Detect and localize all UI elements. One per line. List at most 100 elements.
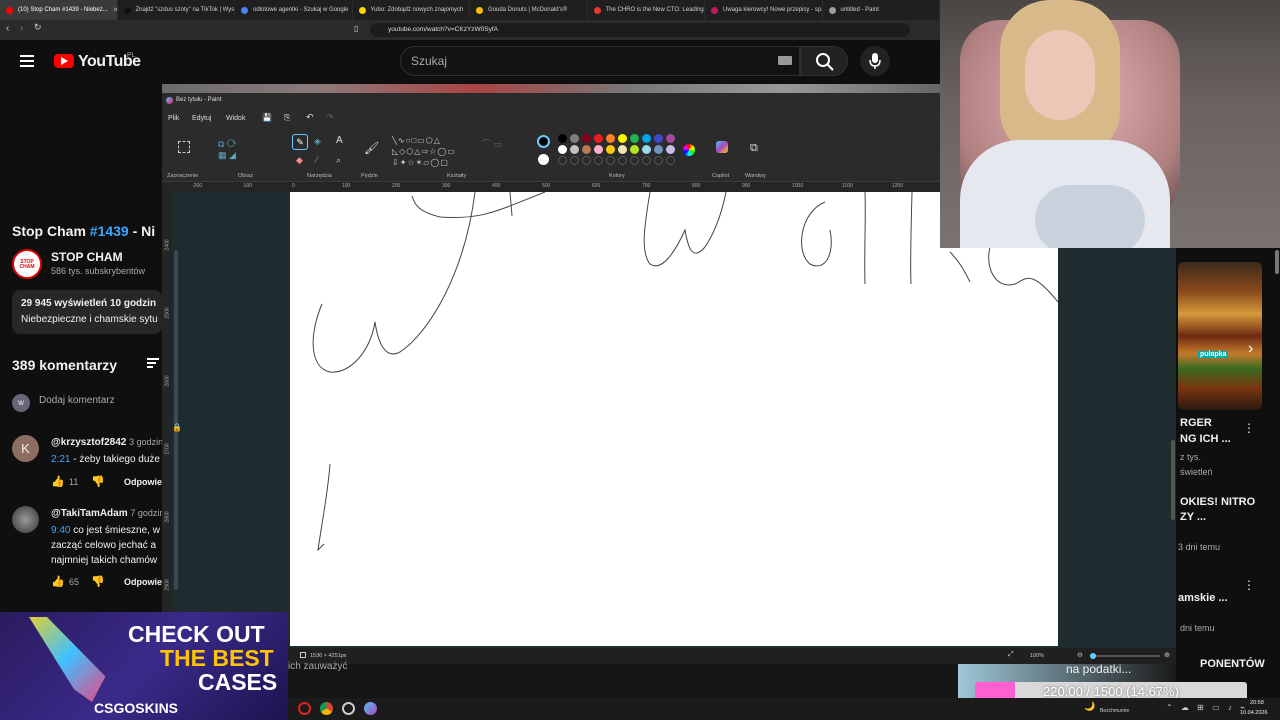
palette-swatch[interactable]: [654, 134, 663, 143]
comment-author[interactable]: @krzysztof2842 3 godzin: [51, 437, 163, 448]
zoom-level[interactable]: 100%: [1030, 653, 1044, 659]
voice-search-button[interactable]: [860, 46, 890, 76]
undo-icon[interactable]: ↶: [306, 112, 314, 123]
comment-avatar[interactable]: [12, 506, 39, 533]
browser-tab[interactable]: odlotowe agentki - Szukaj w Google: [235, 0, 353, 20]
browser-tab[interactable]: The CHRO is the New CTO: Leading...: [588, 0, 705, 20]
sort-icon[interactable]: [147, 358, 159, 368]
custom-color-slot[interactable]: [558, 156, 567, 165]
zoom-slider-vertical[interactable]: [174, 250, 178, 590]
dislike-icon[interactable]: 👎: [91, 575, 105, 588]
palette-swatch[interactable]: [558, 134, 567, 143]
rec-title[interactable]: RGER: [1180, 417, 1212, 429]
search-button[interactable]: [800, 46, 848, 76]
more-icon[interactable]: ⋮: [1243, 421, 1255, 435]
app-icon-opera[interactable]: [298, 702, 311, 715]
weather-icon[interactable]: 🌙: [1084, 701, 1095, 712]
back-icon[interactable]: ‹: [6, 23, 9, 34]
browser-tab[interactable]: Yubo: Zdobądź nowych znajomych: [353, 0, 470, 20]
palette-swatch[interactable]: [594, 145, 603, 154]
menu-icon[interactable]: [20, 55, 34, 67]
lock-icon[interactable]: 🔒: [172, 423, 182, 432]
shapes-gallery[interactable]: ╲∿○□▭⬠△ ◺◇⬡△⇨☆◯▭ ⇩✦☆✶▱◯▢: [392, 135, 472, 173]
next-arrow-icon[interactable]: ›: [1248, 340, 1253, 358]
select-tool-icon[interactable]: [178, 141, 190, 153]
add-comment-input[interactable]: Dodaj komentarz: [39, 395, 115, 406]
text-tool-icon[interactable]: A: [336, 135, 343, 146]
fit-icon[interactable]: ⤢: [1008, 651, 1014, 659]
palette-swatch[interactable]: [630, 134, 639, 143]
pencil-tool-icon[interactable]: ✎: [292, 134, 308, 150]
palette-swatch[interactable]: [642, 134, 651, 143]
palette-swatch[interactable]: [594, 134, 603, 143]
color1-swatch[interactable]: [537, 135, 550, 148]
reply-button[interactable]: Odpowie: [124, 577, 162, 587]
image-tools-icon[interactable]: ⧉ ⟳ ▦ ◢: [218, 139, 258, 169]
custom-color-slot[interactable]: [630, 156, 639, 165]
palette-swatch[interactable]: [666, 134, 675, 143]
eraser-tool-icon[interactable]: ◆: [296, 155, 303, 166]
channel-name[interactable]: STOP CHAM: [51, 250, 123, 264]
picker-tool-icon[interactable]: ⁄: [316, 155, 318, 165]
palette-swatch[interactable]: [570, 145, 579, 154]
browser-tab[interactable]: Uwaga kierowcy! Nowe przepisy - sp...: [705, 0, 823, 20]
palette-swatch[interactable]: [630, 145, 639, 154]
custom-color-slot[interactable]: [606, 156, 615, 165]
palette-swatch[interactable]: [618, 145, 627, 154]
channel-avatar[interactable]: STOP CHAM: [12, 249, 42, 279]
comment-avatar[interactable]: K: [12, 435, 39, 462]
reload-icon[interactable]: ↻: [34, 22, 42, 33]
video-thumbnail[interactable]: pułapka: [1178, 262, 1262, 410]
fill-tool-icon[interactable]: ◈: [314, 136, 321, 147]
custom-color-slot[interactable]: [570, 156, 579, 165]
dislike-icon[interactable]: 👎: [91, 475, 105, 488]
bookmark-icon[interactable]: ▯: [354, 24, 358, 33]
rec-title[interactable]: OKIES! NITRO: [1180, 496, 1255, 508]
palette-swatch[interactable]: [582, 145, 591, 154]
zoom-out-icon[interactable]: ⊖: [1077, 651, 1083, 659]
layers-icon[interactable]: ⧉: [750, 142, 758, 155]
browser-tab[interactable]: Znajdź "szdus szoty" na TikTok | Wyszu..…: [118, 0, 235, 20]
custom-color-slot[interactable]: [666, 156, 675, 165]
edit-colors-icon[interactable]: [683, 144, 695, 156]
color2-swatch[interactable]: [538, 154, 549, 165]
copilot-icon[interactable]: [716, 141, 728, 153]
app-icon-obs[interactable]: [342, 702, 355, 715]
palette-swatch[interactable]: [642, 145, 651, 154]
rec-title[interactable]: ZY ...: [1180, 511, 1206, 523]
menu-edit[interactable]: Edytuj: [192, 115, 211, 122]
zoom-in-icon[interactable]: ⊕: [1164, 651, 1170, 659]
palette-swatch[interactable]: [654, 145, 663, 154]
app-icon-paint[interactable]: [364, 702, 377, 715]
forward-icon[interactable]: ›: [20, 23, 23, 34]
keyboard-icon[interactable]: [778, 56, 792, 65]
palette-swatch[interactable]: [582, 134, 591, 143]
browser-tab[interactable]: Gouda Donuts | McDonald's®: [470, 0, 588, 20]
scrollbar[interactable]: [1171, 440, 1175, 520]
palette-swatch[interactable]: [558, 145, 567, 154]
custom-color-slot[interactable]: [654, 156, 663, 165]
rec-title[interactable]: NG ICH ...: [1180, 433, 1231, 445]
description-box[interactable]: [12, 290, 162, 334]
rec-title[interactable]: amskie ...: [1178, 592, 1228, 604]
browser-tab[interactable]: (10) Stop Cham #1439 - Niebez...✕: [0, 0, 118, 20]
paint-canvas[interactable]: [290, 192, 1058, 646]
url-field[interactable]: youtube.com/watch?v=CKzYzW0SyfA: [370, 23, 910, 37]
comment-author[interactable]: @TakiTamAdam 7 godzin: [51, 508, 164, 519]
palette-swatch[interactable]: [618, 134, 627, 143]
save-icon[interactable]: 💾: [262, 113, 272, 122]
timestamp-link[interactable]: 9:40: [51, 525, 70, 536]
like-icon[interactable]: 👍: [51, 575, 65, 588]
tray-icons[interactable]: ⌃ ☁ ⊞ ▭ ♪ ⌁: [1166, 703, 1248, 712]
scrollbar[interactable]: [1275, 250, 1279, 274]
palette-swatch[interactable]: [606, 134, 615, 143]
browser-tab[interactable]: untitled - Paint: [823, 0, 940, 20]
reply-button[interactable]: Odpowie: [124, 477, 162, 487]
custom-color-slot[interactable]: [582, 156, 591, 165]
palette-swatch[interactable]: [606, 145, 615, 154]
rec-title[interactable]: PONENTÓW: [1200, 658, 1265, 670]
zoom-slider[interactable]: [1090, 653, 1160, 659]
menu-file[interactable]: Plik: [168, 115, 179, 122]
menu-view[interactable]: Widok: [226, 115, 245, 122]
more-icon[interactable]: ⋮: [1243, 578, 1255, 592]
